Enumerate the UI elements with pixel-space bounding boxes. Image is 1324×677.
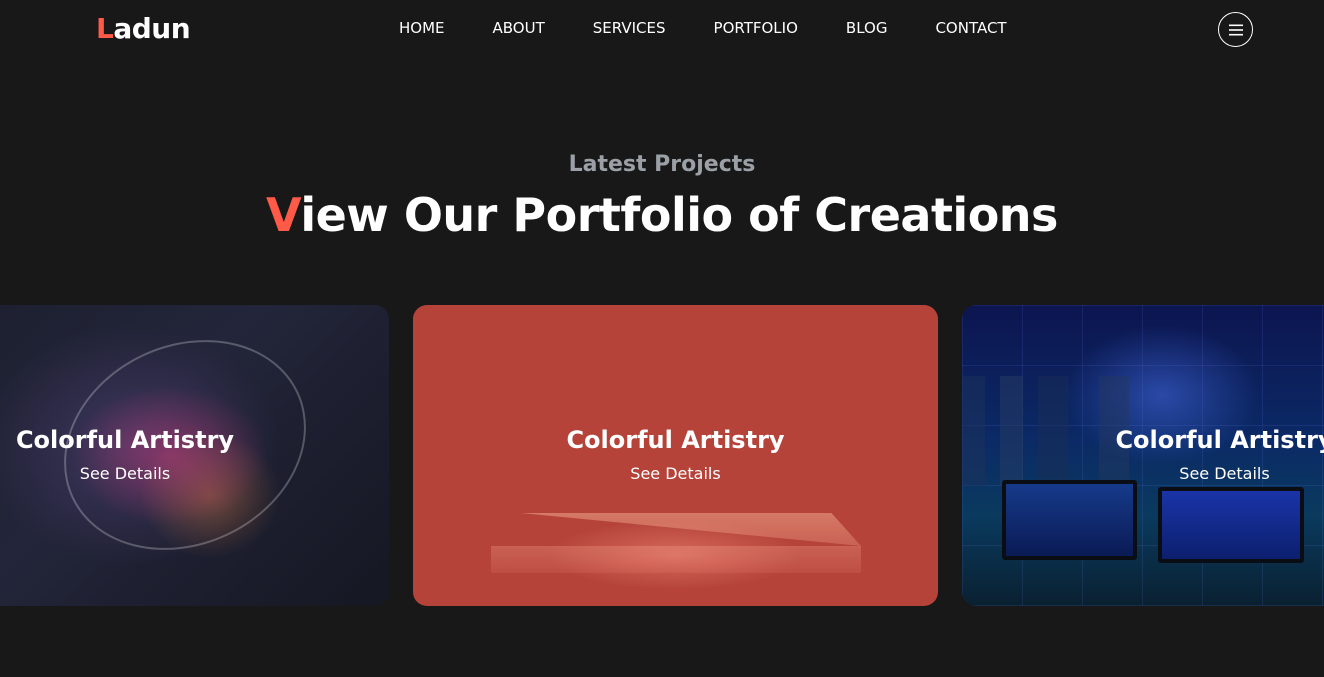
logo[interactable]: Ladun [96,12,191,45]
nav-home[interactable]: HOME [399,19,445,37]
hamburger-icon [1228,24,1243,35]
card-title: Colorful Artistry [15,426,235,454]
nav-about[interactable]: ABOUT [493,19,545,37]
section-title-text: iew Our Portfolio of Creations [300,188,1058,242]
portfolio-card-3[interactable]: Colorful Artistry See Details [962,305,1324,606]
section-title-initial: V [266,188,301,242]
monitor-image [1002,480,1137,560]
section-title: View Our Portfolio of Creations [0,188,1324,242]
card-title: Colorful Artistry [566,426,785,454]
logo-text: adun [113,12,191,45]
nav-contact[interactable]: CONTACT [935,19,1006,37]
see-details-link[interactable]: See Details [0,464,250,483]
nav-blog[interactable]: BLOG [846,19,888,37]
see-details-link[interactable]: See Details [413,464,938,483]
card-caption: Colorful Artistry See Details [413,426,938,483]
card-title: Colorful Artistry [1115,426,1324,454]
portfolio-card-2[interactable]: Colorful Artistry See Details [413,305,938,606]
card-caption: Colorful Artistry See Details [1102,426,1324,483]
monitor-image [1158,487,1304,563]
card-caption: Colorful Artistry See Details [0,426,250,483]
see-details-link[interactable]: See Details [1102,464,1324,483]
section-subtitle: Latest Projects [568,152,756,177]
main-nav: HOME ABOUT SERVICES PORTFOLIO BLOG CONTA… [399,19,1007,37]
logo-initial: L [96,12,114,45]
nav-portfolio[interactable]: PORTFOLIO [714,19,798,37]
laptop-image [491,513,861,573]
nav-services[interactable]: SERVICES [593,19,666,37]
portfolio-card-1[interactable]: Colorful Artistry See Details [0,305,389,606]
site-header: Ladun HOME ABOUT SERVICES PORTFOLIO BLOG… [0,0,1324,60]
menu-button[interactable] [1218,12,1253,47]
